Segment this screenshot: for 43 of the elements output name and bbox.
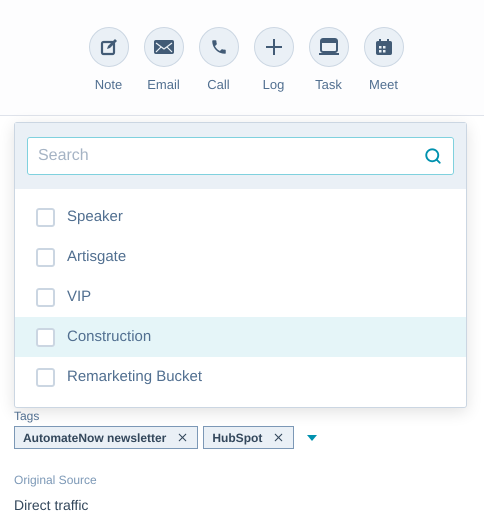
action-button[interactable] xyxy=(144,27,184,67)
action-label: Email xyxy=(147,76,180,94)
option-row[interactable]: Artisgate xyxy=(15,237,466,277)
search-field[interactable]: Search xyxy=(27,137,454,175)
checkbox[interactable] xyxy=(36,208,55,226)
calendar-icon xyxy=(374,38,392,56)
remove-icon[interactable] xyxy=(272,431,286,444)
phone-icon xyxy=(210,38,228,56)
option-row[interactable]: Construction xyxy=(15,317,466,357)
action-label: Log xyxy=(262,76,284,94)
caret-icon[interactable] xyxy=(307,434,318,440)
action-button[interactable] xyxy=(308,27,348,67)
option-label: VIP xyxy=(67,286,92,307)
checkbox[interactable] xyxy=(36,368,55,386)
option-label: Speaker xyxy=(67,206,123,227)
pencil-icon xyxy=(100,38,118,56)
action-button[interactable] xyxy=(254,27,294,67)
option-row[interactable]: VIP xyxy=(15,277,466,317)
action-label: Note xyxy=(94,76,122,94)
envelope-icon xyxy=(154,40,174,54)
option-row[interactable]: Remarketing Bucket xyxy=(15,357,466,397)
checkbox[interactable] xyxy=(36,248,55,266)
plus-icon xyxy=(264,38,282,56)
tags-label: Tags xyxy=(14,409,40,423)
option-row[interactable]: Speaker xyxy=(15,197,466,237)
search-icon xyxy=(424,147,442,165)
action-label: Task xyxy=(315,76,342,94)
action-button[interactable] xyxy=(198,27,238,67)
remove-icon[interactable] xyxy=(176,431,190,444)
action-label: Meet xyxy=(369,76,398,94)
option-label: Construction xyxy=(67,326,152,347)
field-label: Original Source xyxy=(14,472,98,489)
field-value: Direct traffic xyxy=(14,496,90,512)
action-button[interactable] xyxy=(88,27,128,67)
option-label: Artisgate xyxy=(67,246,126,267)
tag-chip: AutomateNow newsletter xyxy=(14,426,198,449)
action-button[interactable] xyxy=(364,27,404,67)
checkbox[interactable] xyxy=(36,328,55,346)
tray-icon xyxy=(318,38,338,56)
option-label: Remarketing Bucket xyxy=(67,366,202,387)
action-label: Call xyxy=(207,76,230,94)
tag-chip: HubSpot xyxy=(203,426,294,449)
checkbox[interactable] xyxy=(36,288,55,306)
